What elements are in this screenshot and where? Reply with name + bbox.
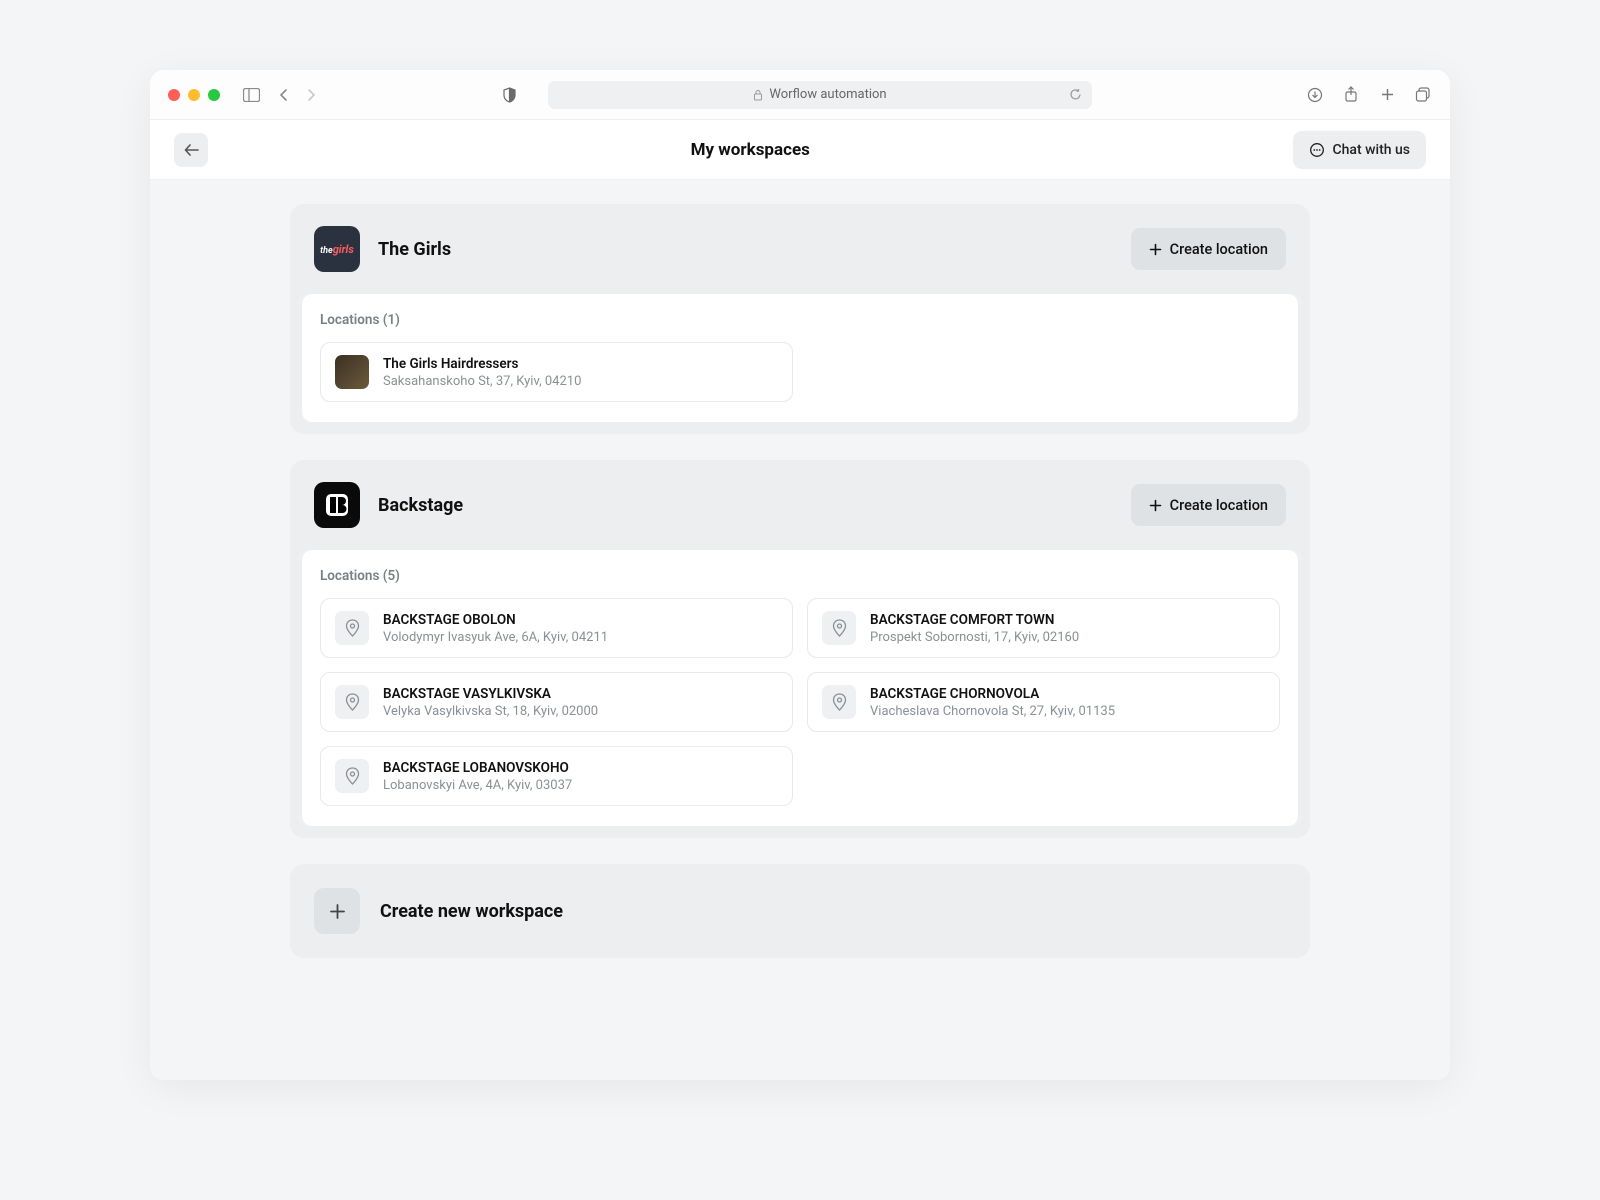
- chat-label: Chat with us: [1333, 142, 1410, 158]
- window-minimize-icon[interactable]: [188, 89, 200, 101]
- location-address: Lobanovskyi Ave, 4A, Kyiv, 03037: [383, 778, 572, 793]
- app-header: My workspaces Chat with us: [150, 120, 1450, 180]
- plus-icon: [314, 888, 360, 934]
- workspace-logo: [314, 482, 360, 528]
- location-card[interactable]: BACKSTAGE LOBANOVSKOHO Lobanovskyi Ave, …: [320, 746, 793, 806]
- browser-chrome: Worflow automation: [150, 70, 1450, 120]
- workspace-logo: thegirls: [314, 226, 360, 272]
- location-thumbnail: [335, 355, 369, 389]
- browser-back-icon[interactable]: [274, 86, 292, 104]
- reload-icon[interactable]: [1069, 88, 1082, 101]
- workspace-body: Locations (1) The Girls Hairdressers Sak…: [302, 294, 1298, 422]
- location-address: Velyka Vasylkivska St, 18, Kyiv, 02000: [383, 704, 598, 719]
- browser-window: Worflow automation My workspaces: [150, 70, 1450, 1080]
- location-name: The Girls Hairdressers: [383, 356, 581, 372]
- chat-with-us-button[interactable]: Chat with us: [1293, 131, 1426, 169]
- plus-icon: [1149, 243, 1162, 256]
- workspace-header: Backstage Create location: [290, 460, 1310, 550]
- create-workspace-label: Create new workspace: [380, 901, 563, 922]
- location-address: Prospekt Sobornosti, 17, Kyiv, 02160: [870, 630, 1079, 645]
- map-pin-icon: [335, 685, 369, 719]
- browser-nav: [274, 86, 320, 104]
- location-card[interactable]: BACKSTAGE VASYLKIVSKA Velyka Vasylkivska…: [320, 672, 793, 732]
- location-address: Volodymyr Ivasyuk Ave, 6A, Kyiv, 04211: [383, 630, 608, 645]
- back-button[interactable]: [174, 133, 208, 167]
- chat-icon: [1309, 142, 1325, 158]
- create-location-label: Create location: [1170, 241, 1268, 258]
- workspace-name: Backstage: [378, 495, 463, 516]
- workspace-card-thegirls: thegirls The Girls Create location Locat…: [290, 204, 1310, 434]
- browser-forward-icon[interactable]: [302, 86, 320, 104]
- window-close-icon[interactable]: [168, 89, 180, 101]
- content-area: thegirls The Girls Create location Locat…: [150, 180, 1450, 1080]
- location-card[interactable]: The Girls Hairdressers Saksahanskoho St,…: [320, 342, 793, 402]
- locations-count-label: Locations (1): [320, 312, 1280, 328]
- privacy-shield-icon[interactable]: [500, 86, 518, 104]
- page-title: My workspaces: [691, 140, 810, 160]
- location-name: BACKSTAGE OBOLON: [383, 612, 608, 628]
- workspace-card-backstage: Backstage Create location Locations (5): [290, 460, 1310, 838]
- workspace-header: thegirls The Girls Create location: [290, 204, 1310, 294]
- location-name: BACKSTAGE CHORNOVOLA: [870, 686, 1115, 702]
- create-location-button[interactable]: Create location: [1131, 484, 1286, 526]
- location-name: BACKSTAGE LOBANOVSKOHO: [383, 760, 572, 776]
- location-address: Saksahanskoho St, 37, Kyiv, 04210: [383, 374, 581, 389]
- share-icon[interactable]: [1342, 86, 1360, 104]
- map-pin-icon: [335, 611, 369, 645]
- map-pin-icon: [335, 759, 369, 793]
- create-workspace-button[interactable]: Create new workspace: [290, 864, 1310, 958]
- plus-icon: [1149, 499, 1162, 512]
- workspace-body: Locations (5) BACKSTAGE OBOLON Volodymyr…: [302, 550, 1298, 826]
- tabs-overview-icon[interactable]: [1414, 86, 1432, 104]
- locations-count-label: Locations (5): [320, 568, 1280, 584]
- download-icon[interactable]: [1306, 86, 1324, 104]
- location-name: BACKSTAGE COMFORT TOWN: [870, 612, 1079, 628]
- location-address: Viacheslava Chornovola St, 27, Kyiv, 011…: [870, 704, 1115, 719]
- location-card[interactable]: BACKSTAGE OBOLON Volodymyr Ivasyuk Ave, …: [320, 598, 793, 658]
- new-tab-icon[interactable]: [1378, 86, 1396, 104]
- window-maximize-icon[interactable]: [208, 89, 220, 101]
- create-location-label: Create location: [1170, 497, 1268, 514]
- map-pin-icon: [822, 685, 856, 719]
- location-card[interactable]: BACKSTAGE CHORNOVOLA Viacheslava Chornov…: [807, 672, 1280, 732]
- sidebar-toggle-icon[interactable]: [242, 86, 260, 104]
- browser-url-bar[interactable]: Worflow automation: [548, 81, 1092, 109]
- location-card[interactable]: BACKSTAGE COMFORT TOWN Prospekt Sobornos…: [807, 598, 1280, 658]
- location-name: BACKSTAGE VASYLKIVSKA: [383, 686, 598, 702]
- create-location-button[interactable]: Create location: [1131, 228, 1286, 270]
- lock-icon: [753, 89, 763, 101]
- traffic-lights: [168, 89, 220, 101]
- workspace-name: The Girls: [378, 239, 451, 260]
- url-text: Worflow automation: [769, 87, 886, 102]
- browser-right-icons: [1306, 86, 1432, 104]
- map-pin-icon: [822, 611, 856, 645]
